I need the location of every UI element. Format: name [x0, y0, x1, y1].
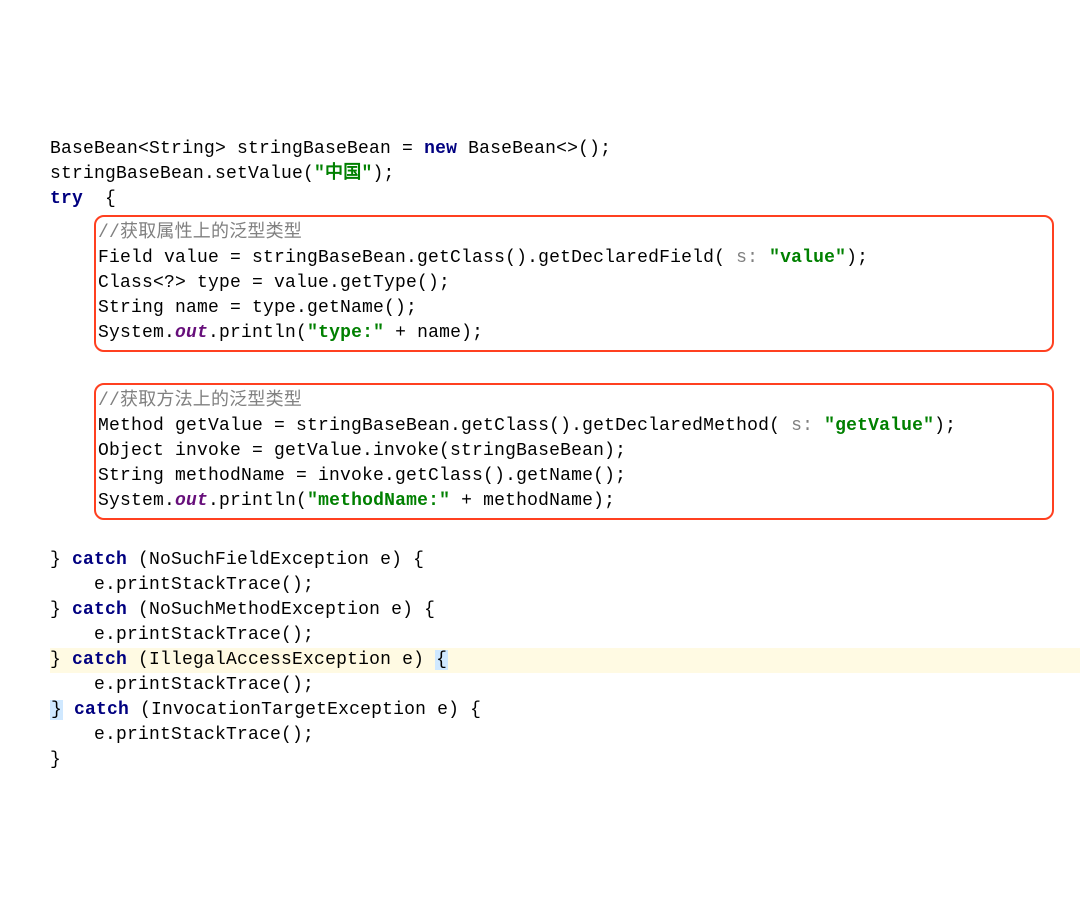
code-line: e.printStackTrace();	[50, 725, 314, 745]
code-line: Object invoke = getValue.invoke(stringBa…	[98, 441, 626, 461]
brace-match: {	[435, 650, 448, 670]
code-line: e.printStackTrace();	[50, 625, 314, 645]
code-line: System.out.println("methodName:" + metho…	[98, 491, 615, 511]
code-line: try {	[50, 189, 116, 209]
code-line: //获取属性上的泛型类型	[98, 223, 302, 243]
code-line: } catch (NoSuchMethodException e) {	[50, 600, 435, 620]
brace-match: }	[50, 700, 63, 720]
highlight-box-2: //获取方法上的泛型类型 Method getValue = stringBas…	[94, 383, 1054, 520]
code-line: } catch (NoSuchFieldException e) {	[50, 550, 424, 570]
code-line: BaseBean<String> stringBaseBean = new Ba…	[50, 139, 611, 159]
code-line: Method getValue = stringBaseBean.getClas…	[98, 416, 956, 436]
code-line: e.printStackTrace();	[50, 575, 314, 595]
highlight-box-1: //获取属性上的泛型类型 Field value = stringBaseBea…	[94, 215, 1054, 352]
code-line: Field value = stringBaseBean.getClass().…	[98, 248, 868, 268]
code-line: }	[50, 750, 61, 770]
code-line: Class<?> type = value.getType();	[98, 273, 450, 293]
code-line-highlighted: } catch (IllegalAccessException e) {	[50, 648, 1080, 673]
code-line: String methodName = invoke.getClass().ge…	[98, 466, 626, 486]
code-line: stringBaseBean.setValue("中国");	[50, 164, 394, 184]
code-line: e.printStackTrace();	[50, 675, 314, 695]
code-line: //获取方法上的泛型类型	[98, 391, 302, 411]
code-line: } catch (InvocationTargetException e) {	[50, 700, 481, 720]
code-line: String name = type.getName();	[98, 298, 417, 318]
code-editor[interactable]: BaseBean<String> stringBaseBean = new Ba…	[50, 112, 1080, 773]
code-line: System.out.println("type:" + name);	[98, 323, 483, 343]
